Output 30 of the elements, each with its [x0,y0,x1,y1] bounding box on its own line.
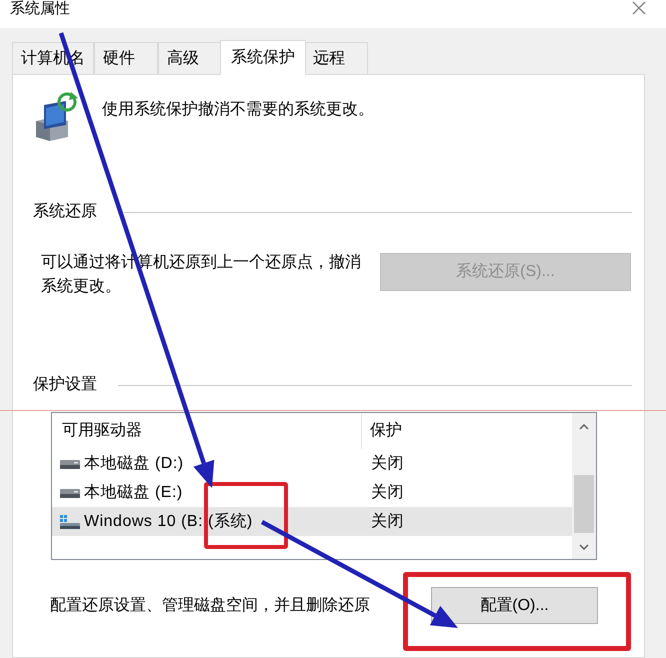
close-icon[interactable] [632,1,646,15]
intro-text: 使用系统保护撤消不需要的系统更改。 [102,100,374,120]
computer-refresh-icon [34,91,78,141]
table-cell-text: 关闭 [370,512,404,532]
tab[interactable]: 远程 [304,42,368,74]
group-title: 保护设置 [33,375,97,395]
table-cell-text: 关闭 [370,482,404,502]
table-cell-text: 关闭 [370,454,404,474]
table-cell-text: 本地磁盘 (E:) [84,482,183,502]
column-header[interactable]: 保护 [362,413,572,449]
table-cell-text: 本地磁盘 (D:) [84,454,184,474]
scrollbar[interactable] [572,413,596,559]
group-title: 系统还原 [33,202,97,222]
chevron-up-icon [579,424,589,430]
button[interactable]: 配置(O)... [431,587,598,624]
tab[interactable]: 高级 [158,42,222,74]
drive-icon [60,458,80,468]
list-row[interactable]: 本地磁盘 (E:) 关闭 [52,478,572,507]
table-cell-text: Windows 10 (B: (系统) [84,512,253,532]
window-title: 系统属性 [10,0,70,18]
list-row[interactable]: Windows 10 (B: (系统) 关闭 [52,507,572,536]
column-header[interactable]: 可用驱动器 [52,413,362,449]
system-drive-icon [60,514,80,528]
list-row[interactable]: 本地磁盘 (D:) 关闭 [52,449,572,478]
tab[interactable]: 系统保护 [220,40,306,75]
tab[interactable]: 硬件 [94,42,158,74]
scrollbar-thumb[interactable] [574,475,594,533]
drive-icon [60,488,80,498]
chevron-down-icon [579,544,589,550]
description-text: 配置还原设置、管理磁盘空间，并且删除还原 [50,596,370,616]
